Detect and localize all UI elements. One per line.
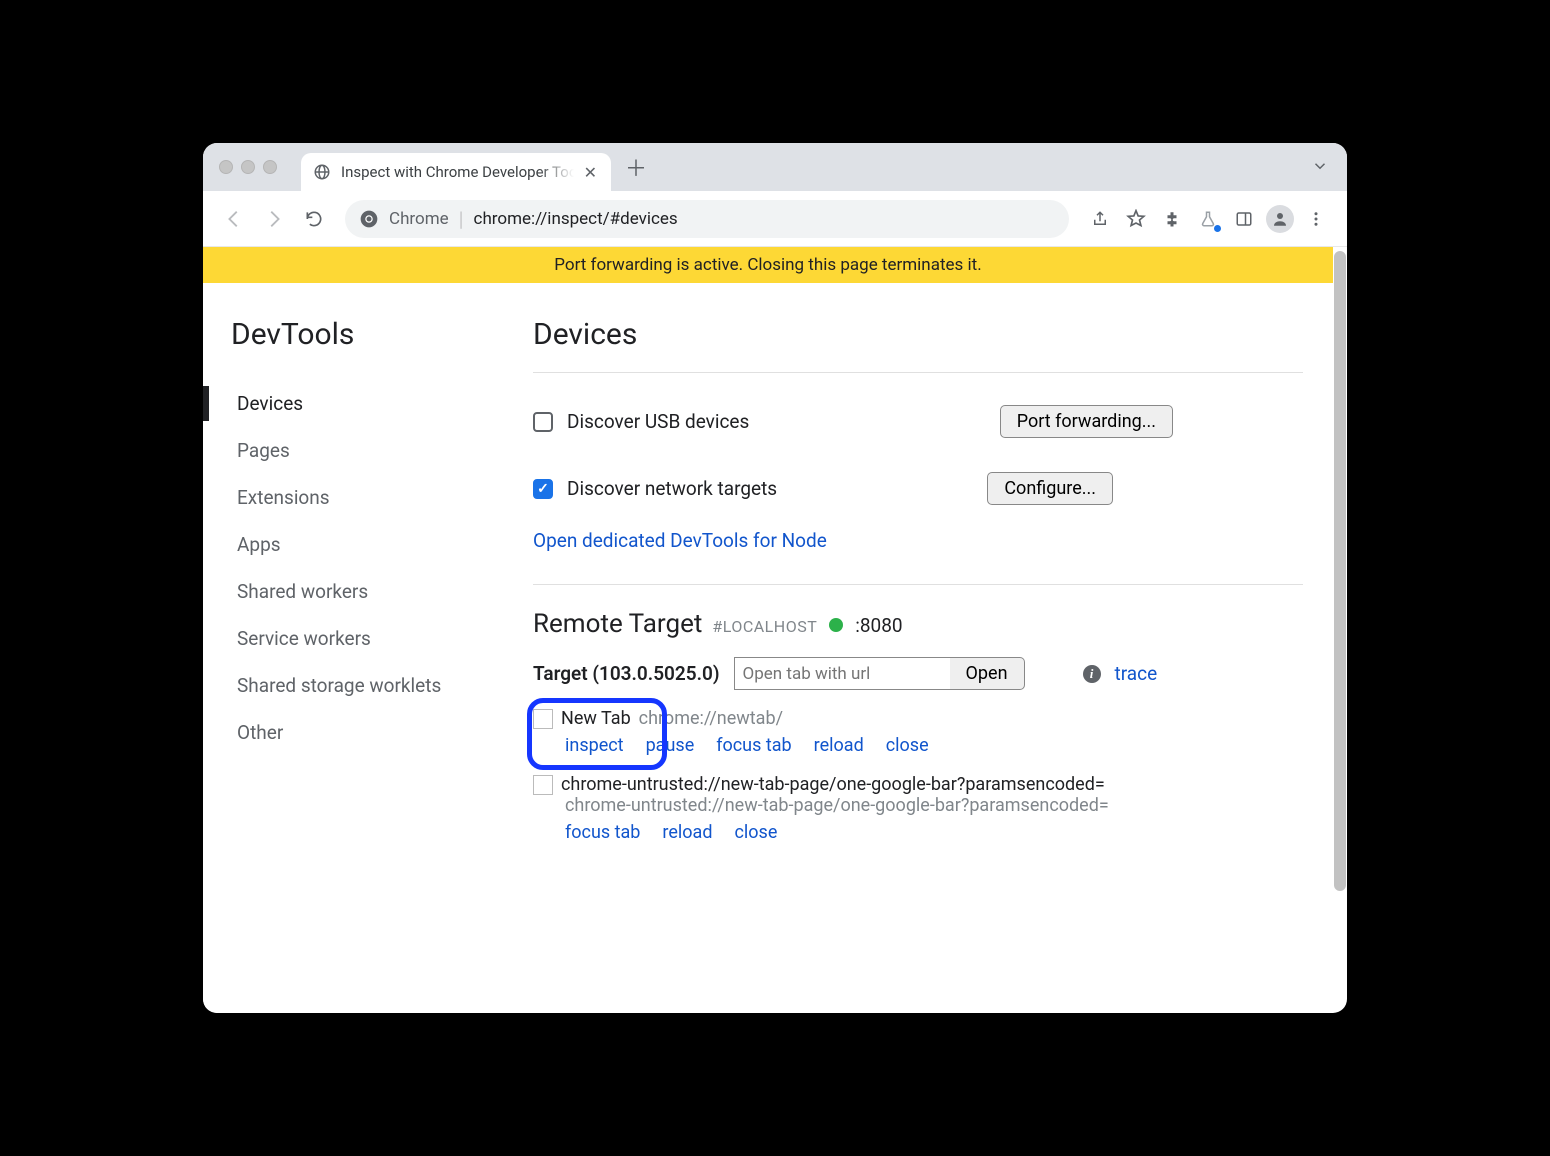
sidebar-item-shared-workers[interactable]: Shared workers: [231, 568, 503, 615]
extensions-icon[interactable]: [1155, 202, 1189, 236]
sidebar-item-extensions[interactable]: Extensions: [231, 474, 503, 521]
close-window-button[interactable]: [219, 160, 233, 174]
maximize-window-button[interactable]: [263, 160, 277, 174]
forward-button[interactable]: [257, 202, 291, 236]
tabs-dropdown-icon[interactable]: [1311, 157, 1329, 175]
minimize-window-button[interactable]: [241, 160, 255, 174]
discover-usb-label: Discover USB devices: [567, 410, 749, 433]
chrome-icon: [359, 209, 379, 229]
sidebar-item-devices[interactable]: Devices: [231, 380, 503, 427]
main-content: Devices Discover USB devices Port forwar…: [503, 283, 1333, 1013]
browser-window: Inspect with Chrome Developer Tools ✕ ＋ …: [203, 143, 1347, 1013]
status-dot-icon: [829, 618, 843, 632]
scrollbar-thumb[interactable]: [1334, 251, 1346, 891]
remote-tab-entry: chrome-untrusted://new-tab-page/one-goog…: [533, 774, 1303, 843]
remote-host: #LOCALHOST: [712, 617, 817, 636]
address-bar[interactable]: Chrome | chrome://inspect/#devices: [345, 200, 1069, 238]
sidebar-item-other[interactable]: Other: [231, 709, 503, 756]
close-link[interactable]: close: [734, 822, 777, 843]
reload-link[interactable]: reload: [662, 822, 712, 843]
focus-tab-link[interactable]: focus tab: [716, 735, 791, 756]
info-icon[interactable]: i: [1083, 665, 1101, 683]
avatar-icon: [1266, 205, 1294, 233]
sidebar-item-apps[interactable]: Apps: [231, 521, 503, 568]
pause-link[interactable]: pause: [646, 735, 695, 756]
tab-name: New Tab: [561, 708, 631, 729]
port-forwarding-button[interactable]: Port forwarding...: [1000, 405, 1173, 438]
toolbar: Chrome | chrome://inspect/#devices: [203, 191, 1347, 247]
back-button[interactable]: [217, 202, 251, 236]
open-node-devtools-link[interactable]: Open dedicated DevTools for Node: [533, 529, 827, 552]
tab-favicon-placeholder: [533, 775, 553, 795]
discover-network-checkbox[interactable]: [533, 479, 553, 499]
inspect-link[interactable]: inspect: [565, 735, 624, 756]
sidebar: DevTools Devices Pages Extensions Apps S…: [203, 283, 503, 1013]
share-icon[interactable]: [1083, 202, 1117, 236]
trace-link[interactable]: trace: [1115, 662, 1158, 685]
tab-url: chrome://newtab/: [639, 708, 783, 729]
side-panel-icon[interactable]: [1227, 202, 1261, 236]
tab-title: Inspect with Chrome Developer Tools: [341, 163, 574, 181]
sidebar-item-service-workers[interactable]: Service workers: [231, 615, 503, 662]
discover-network-label: Discover network targets: [567, 477, 777, 500]
tab-favicon-placeholder: [533, 709, 553, 729]
tab-name: chrome-untrusted://new-tab-page/one-goog…: [561, 774, 1105, 795]
scrollbar[interactable]: [1333, 247, 1347, 1013]
close-link[interactable]: close: [886, 735, 929, 756]
configure-button[interactable]: Configure...: [987, 472, 1113, 505]
labs-icon[interactable]: [1191, 202, 1225, 236]
target-label: Target (103.0.5025.0): [533, 662, 720, 685]
window-controls: [219, 160, 277, 174]
menu-icon[interactable]: [1299, 202, 1333, 236]
sidebar-item-pages[interactable]: Pages: [231, 427, 503, 474]
close-tab-icon[interactable]: ✕: [584, 163, 597, 182]
reload-link[interactable]: reload: [814, 735, 864, 756]
open-tab-button[interactable]: Open: [950, 657, 1025, 690]
sidebar-title: DevTools: [231, 317, 503, 352]
omnibox-label: Chrome: [389, 209, 449, 229]
profile-button[interactable]: [1263, 202, 1297, 236]
remote-tab-entry: New Tab chrome://newtab/ inspect pause f…: [533, 704, 1303, 756]
open-tab-url-input[interactable]: [734, 657, 964, 690]
omnibox-url: chrome://inspect/#devices: [474, 209, 678, 229]
reload-button[interactable]: [297, 202, 331, 236]
bookmark-icon[interactable]: [1119, 202, 1153, 236]
globe-icon: [313, 163, 331, 181]
page-heading: Devices: [533, 317, 1303, 352]
tab-strip: Inspect with Chrome Developer Tools ✕ ＋: [203, 143, 1347, 191]
discover-usb-checkbox[interactable]: [533, 412, 553, 432]
browser-tab[interactable]: Inspect with Chrome Developer Tools ✕: [301, 153, 611, 191]
new-tab-button[interactable]: ＋: [621, 152, 651, 182]
remote-target-heading: Remote Target: [533, 609, 702, 639]
tab-url: chrome-untrusted://new-tab-page/one-goog…: [565, 795, 1109, 816]
sidebar-item-shared-storage-worklets[interactable]: Shared storage worklets: [231, 662, 503, 709]
focus-tab-link[interactable]: focus tab: [565, 822, 640, 843]
remote-port: :8080: [855, 614, 902, 637]
port-forwarding-banner: Port forwarding is active. Closing this …: [203, 247, 1333, 283]
